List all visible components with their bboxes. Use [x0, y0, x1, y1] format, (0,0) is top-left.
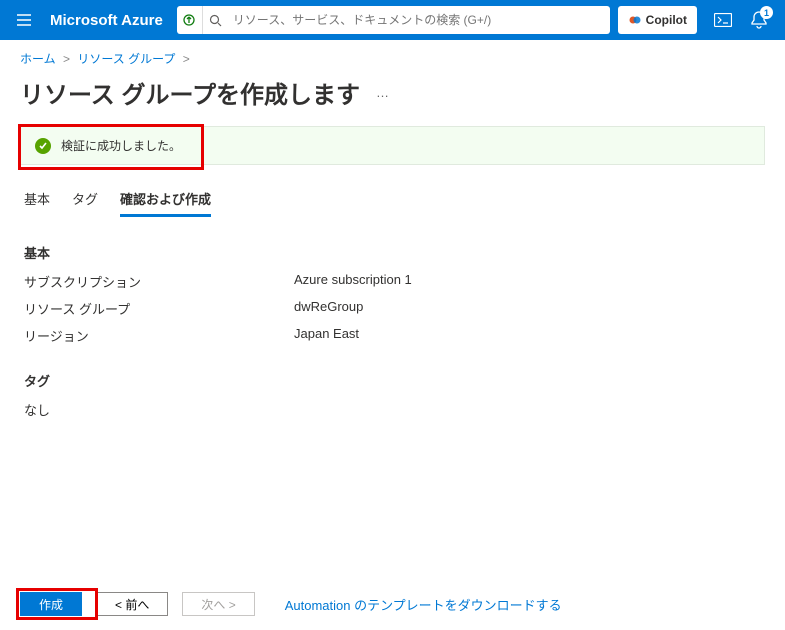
kv-row: リージョン Japan East: [24, 326, 761, 345]
kv-key-region: リージョン: [24, 326, 294, 345]
page-title: リソース グループを作成します: [20, 75, 360, 110]
kv-row: リソース グループ dwReGroup: [24, 299, 761, 318]
copilot-button[interactable]: Copilot: [618, 6, 697, 34]
create-button-wrap: 作成: [20, 592, 82, 616]
previous-button[interactable]: < 前へ: [96, 592, 168, 616]
tab-basic[interactable]: 基本: [24, 183, 50, 217]
section-basic-title: 基本: [24, 243, 761, 262]
tabs: 基本 タグ 確認および作成: [0, 183, 785, 217]
search-input[interactable]: [229, 13, 610, 27]
kv-val-region: Japan East: [294, 326, 359, 345]
kv-val-resource-group: dwReGroup: [294, 299, 363, 318]
check-circle-icon: [35, 138, 51, 154]
more-actions-icon[interactable]: …: [376, 85, 391, 100]
chevron-right-icon: >: [63, 52, 70, 66]
section-tags: タグ なし: [0, 371, 785, 419]
notifications-icon[interactable]: 1: [741, 4, 777, 36]
create-button[interactable]: 作成: [20, 592, 82, 616]
kv-key-subscription: サブスクリプション: [24, 272, 294, 291]
footer-actions: 作成 < 前へ 次へ > Automation のテンプレートをダウンロードする: [20, 592, 765, 616]
kv-row: サブスクリプション Azure subscription 1: [24, 272, 761, 291]
search-box[interactable]: [177, 6, 610, 34]
validation-message: 検証に成功しました。: [61, 137, 181, 154]
search-scope-icon[interactable]: [177, 6, 203, 34]
hamburger-menu-icon[interactable]: [8, 4, 40, 36]
section-tags-title: タグ: [24, 371, 761, 390]
tab-tags[interactable]: タグ: [72, 183, 98, 217]
breadcrumb: ホーム > リソース グループ >: [0, 40, 785, 71]
page-title-row: リソース グループを作成します …: [0, 71, 785, 126]
notification-badge: 1: [760, 6, 773, 19]
search-icon: [203, 14, 229, 27]
download-template-link[interactable]: Automation のテンプレートをダウンロードする: [285, 595, 562, 614]
tags-none: なし: [24, 400, 761, 419]
breadcrumb-resource-group[interactable]: リソース グループ: [77, 52, 175, 66]
section-basic: 基本 サブスクリプション Azure subscription 1 リソース グ…: [0, 243, 785, 345]
top-header: Microsoft Azure Copilot 1: [0, 0, 785, 40]
copilot-label: Copilot: [646, 13, 687, 27]
next-button: 次へ >: [182, 592, 254, 616]
validation-banner: 検証に成功しました。: [20, 126, 765, 165]
breadcrumb-home[interactable]: ホーム: [20, 52, 56, 66]
azure-logo[interactable]: Microsoft Azure: [50, 12, 163, 29]
cloud-shell-icon[interactable]: [705, 4, 741, 36]
tab-review-create[interactable]: 確認および作成: [120, 183, 211, 217]
chevron-right-icon: >: [183, 52, 190, 66]
kv-val-subscription: Azure subscription 1: [294, 272, 412, 291]
kv-key-resource-group: リソース グループ: [24, 299, 294, 318]
copilot-icon: [628, 13, 642, 27]
